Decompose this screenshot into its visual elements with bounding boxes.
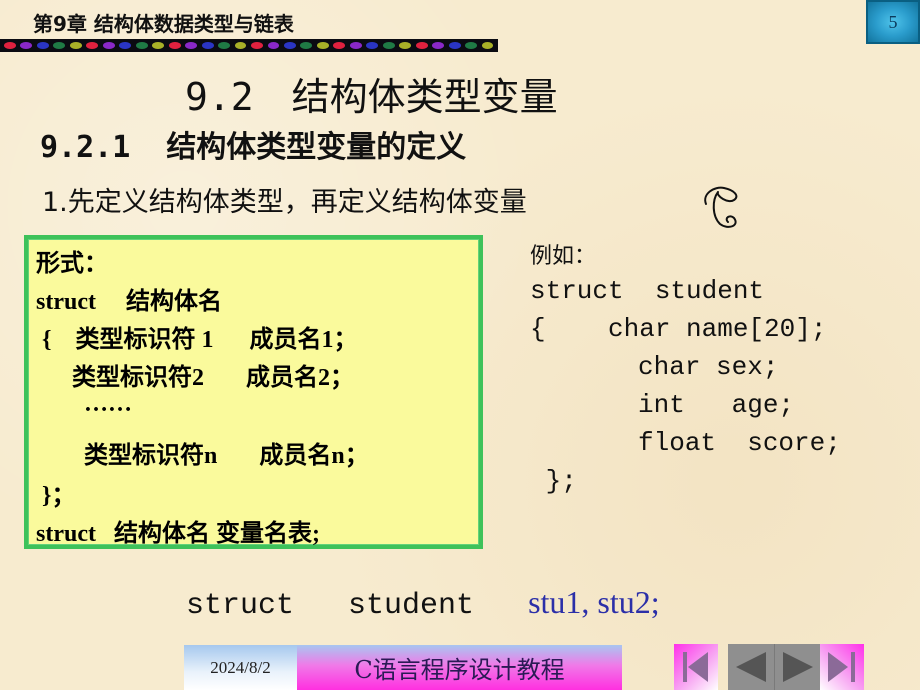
form-line: }； [36, 483, 76, 509]
decorative-dot [382, 42, 395, 49]
decorative-dot [300, 42, 313, 49]
first-slide-button[interactable] [674, 644, 718, 690]
skip-to-last-icon [828, 652, 855, 682]
decorative-dot-band [0, 39, 498, 52]
form-line: 形式： [36, 251, 108, 277]
subsection-title-text: 结构体类型变量的定义 [166, 130, 467, 165]
declaration-variables: stu1, stu2; [528, 584, 660, 620]
declaration-prefix: struct student [186, 589, 529, 623]
form-line: struct 结构体名 [36, 289, 222, 315]
next-slide-button[interactable] [774, 644, 821, 690]
decorative-dot [333, 42, 346, 49]
section-title: 9.2 结构体类型变量 [185, 66, 558, 121]
decorative-dot [20, 42, 33, 49]
form-line: { 类型标识符 1 成员名1； [36, 327, 358, 353]
decorative-dot [366, 42, 379, 49]
skip-to-first-icon [683, 652, 708, 682]
previous-slide-button[interactable] [728, 644, 774, 690]
decorative-dot [69, 42, 82, 49]
decorative-dot [349, 42, 362, 49]
decorative-dot [53, 42, 66, 49]
decorative-dot [234, 42, 247, 49]
c-language-logo-icon [704, 186, 738, 228]
triangle-right-icon [783, 652, 813, 682]
last-slide-button[interactable] [820, 644, 864, 690]
example-label: 例如： [530, 244, 597, 269]
decorative-dot [251, 42, 263, 49]
decorative-dot [152, 42, 165, 49]
example-code-line: char sex; [560, 352, 779, 382]
example-code-line: { char name[20]; [530, 314, 827, 344]
step-title: 1.先定义结构体类型，再定义结构体变量 [42, 187, 527, 218]
example-code-line: float score; [560, 428, 841, 458]
decorative-dot [119, 42, 132, 49]
example-block: 例如： struct student { char name[20]; char… [530, 238, 841, 496]
decorative-dot [185, 42, 198, 49]
triangle-left-icon [736, 652, 766, 682]
example-code-line: struct student [530, 276, 765, 306]
decorative-dot [465, 42, 477, 49]
decorative-dot [201, 42, 214, 49]
section-number: 9.2 [185, 75, 254, 119]
decorative-dot [135, 42, 148, 49]
decorative-dot [86, 42, 99, 49]
form-line: 类型标识符n 成员名n； [36, 443, 369, 469]
syntax-form-box: 形式： struct 结构体名 { 类型标识符 1 成员名1； 类型标识符2 成… [24, 235, 483, 549]
decorative-dot [481, 42, 494, 49]
chapter-title: 第9章 结构体数据类型与链表 [33, 12, 294, 36]
decorative-dot [36, 42, 49, 49]
subsection-title: 9.2.1 结构体类型变量的定义 [40, 122, 466, 166]
decorative-dot [448, 42, 461, 49]
decorative-dot [102, 42, 115, 49]
form-line: 类型标识符2 成员名2； [36, 365, 354, 391]
footer-course-title: C语言程序设计教程 [297, 645, 622, 690]
decorative-dot [415, 42, 428, 49]
decorative-dot [218, 42, 230, 49]
example-code-line: }; [530, 466, 577, 496]
form-line: …… [36, 391, 132, 417]
decorative-dot [283, 42, 296, 49]
decorative-dot [399, 42, 412, 49]
footer-date: 2024/8/2 [184, 645, 297, 690]
decorative-dot [316, 42, 329, 49]
decorative-dot [267, 42, 280, 49]
variable-declaration: struct student stu1, stu2; [186, 584, 660, 623]
subsection-number: 9.2.1 [40, 130, 131, 165]
page-number-badge: 5 [866, 0, 920, 44]
form-line: struct 结构体名 变量名表; [36, 521, 320, 547]
section-title-text: 结构体类型变量 [291, 75, 558, 119]
decorative-dot [432, 42, 445, 49]
decorative-dot [4, 42, 16, 49]
decorative-dot [168, 42, 181, 49]
example-code-line: int age; [560, 390, 795, 420]
